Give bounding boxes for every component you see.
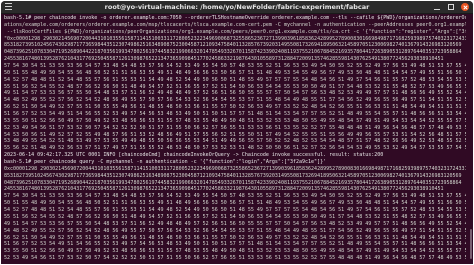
terminal-line: 49 51 54 57 53 53 56 57 55 50 54 48 53 5… bbox=[4, 90, 466, 97]
terminal-line: 51 56 57 52 53 54 49 51 54 56 55 52 53 4… bbox=[4, 111, 466, 118]
terminal-line: 2023-06-14 09:42:17.325 UTC 0001 INFO [c… bbox=[4, 152, 384, 159]
terminal-line: 50 51 55 48 49 50 54 55 56 48 50 52 51 5… bbox=[4, 200, 466, 207]
terminal-line: 56 52 51 50 54 49 52 57 55 51 50 55 55 4… bbox=[4, 234, 466, 241]
terminal-line: 51 56 57 52 53 54 49 51 54 56 55 52 53 4… bbox=[4, 241, 466, 248]
terminal-line: 50 51 55 48 49 50 54 55 56 48 50 52 51 5… bbox=[4, 69, 466, 76]
terminal-line: --tlsRootCertFiles ${PWD}/organizations/… bbox=[4, 28, 466, 35]
terminal-line: 55 56 52 51 48 49 52 56 53 57 51 57 49 5… bbox=[4, 145, 466, 152]
terminal-line: 52 53 49 54 56 51 57 53 52 50 57 54 52 5… bbox=[4, 124, 466, 131]
terminal-line: 54 52 57 48 48 51 52 54 48 55 57 56 51 5… bbox=[4, 76, 466, 83]
terminal-line: 57 54 30 54 51 53 55 53 56 54 57 53 48 5… bbox=[4, 63, 466, 70]
terminal-line: 49 51 54 57 53 53 56 57 55 50 54 48 53 5… bbox=[4, 220, 466, 227]
command-line: bash-5.1# peer chaincode invoke -o order… bbox=[4, 15, 466, 21]
scrollbar-thumb[interactable] bbox=[470, 229, 472, 259]
terminal-line: 55 51 56 52 54 55 52 48 57 56 52 56 50 5… bbox=[4, 83, 466, 90]
terminal-line: 8531827395102456743029871773659844351230… bbox=[4, 42, 462, 49]
terminal-line: 56 52 51 50 54 49 52 57 55 51 50 55 55 4… bbox=[4, 104, 466, 111]
terminal-line: ations/example.com/orderers/orderer.exam… bbox=[4, 21, 466, 28]
terminal-output[interactable]: bash-5.1# peer chaincode invoke -o order… bbox=[4, 15, 466, 262]
maximize-icon[interactable] bbox=[447, 3, 455, 11]
terminal-line: 2455381674801395287621043177692504558712… bbox=[4, 56, 444, 63]
title-bar[interactable]: root@yo-virtual-machine: /home/yo/NewFol… bbox=[1, 1, 473, 14]
terminal-line: 8531827395102456743029871773659844351230… bbox=[4, 172, 462, 179]
minimize-icon[interactable] bbox=[433, 3, 441, 11]
terminal-line: 55 51 56 52 54 55 52 48 57 56 52 56 50 5… bbox=[4, 213, 466, 220]
window-controls bbox=[433, 3, 469, 11]
terminal-line: 0xc00001298 2903021456907200443101035561… bbox=[4, 165, 466, 172]
terminal-line: 53 55 50 51 52 56 50 49 57 50 49 52 53 4… bbox=[4, 248, 466, 255]
terminal-line: 57 54 30 54 51 53 55 53 56 54 57 53 48 5… bbox=[4, 193, 466, 200]
terminal-line: 54 53 50 56 51 49 52 57 52 55 49 48 57 5… bbox=[4, 131, 466, 138]
terminal-line: 0487396251078330471952689044221870356199… bbox=[4, 179, 462, 186]
terminal-line: 2455381674801395287621043177692504558712… bbox=[4, 186, 444, 193]
terminal-window: root@yo-virtual-machine: /home/yo/NewFol… bbox=[1, 1, 473, 264]
terminal-scrollbar[interactable] bbox=[469, 15, 472, 261]
terminal-line: 53 48 49 55 54 52 51 48 53 49 57 53 55 4… bbox=[4, 138, 466, 145]
terminal-line: 54 48 52 49 55 52 57 56 52 54 52 48 56 4… bbox=[4, 97, 466, 104]
terminal-line: 52 53 49 54 56 51 57 53 52 50 57 54 52 5… bbox=[4, 255, 466, 262]
terminal-line: 54 48 52 49 55 52 57 56 52 54 52 48 56 4… bbox=[4, 227, 466, 234]
command-line: bash-5.1# peer chaincode query -C mychan… bbox=[4, 159, 327, 166]
terminal-line: 0487396251078330471952689044221870356199… bbox=[4, 49, 462, 56]
terminal-line: "0xc00001298 290302145690720044310103556… bbox=[4, 35, 466, 42]
window-title: root@yo-virtual-machine: /home/yo/NewFol… bbox=[104, 3, 370, 11]
terminal-line: 54 52 57 48 48 51 52 54 48 55 57 56 51 5… bbox=[4, 207, 466, 214]
terminal-line: 53 55 50 51 52 56 50 49 57 50 49 52 53 4… bbox=[4, 117, 466, 124]
close-icon[interactable] bbox=[461, 3, 469, 11]
